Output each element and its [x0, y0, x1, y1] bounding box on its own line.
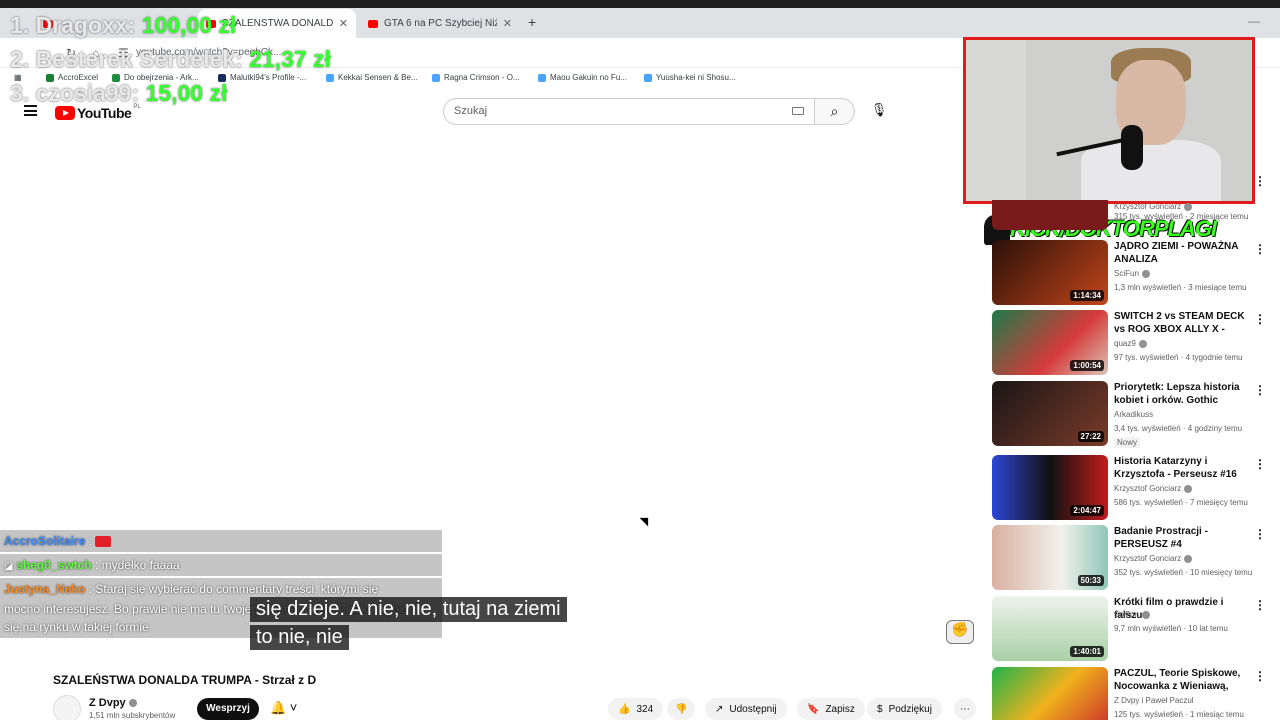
search-input[interactable]: Szukaj [443, 98, 815, 125]
thanks-button[interactable]: $ Podziękuj [867, 698, 942, 720]
save-button[interactable]: 🔖 Zapisz [797, 698, 865, 720]
youtube-play-icon [55, 106, 75, 120]
bookmark-item[interactable]: Malutki94's Profile -... [218, 73, 306, 82]
more-actions-icon[interactable]: ⋮ [1254, 312, 1266, 326]
bookmark-item[interactable]: Yuusha-kei ni Shosu... [644, 73, 736, 82]
channel-name[interactable]: Z Dvpy [89, 697, 137, 709]
channel-avatar[interactable] [53, 695, 81, 720]
subtitle-line: się dzieje. A nie, nie, tutaj na ziemi [250, 597, 567, 622]
bookmark-icon [538, 73, 546, 82]
new-tab-button[interactable]: + [528, 14, 536, 30]
like-button[interactable]: 👍 324 [608, 698, 664, 720]
minimize-window-button[interactable]: — [1248, 14, 1260, 28]
fist-emoji-icon: ✊ [946, 620, 974, 644]
support-button[interactable]: Wesprzyj [197, 698, 259, 720]
video-thumbnail[interactable] [992, 667, 1108, 720]
recommendation-item[interactable]: 1:14:34 JĄDRO ZIEMI - POWAŻNA ANALIZA Sc… [992, 240, 1280, 306]
bookmark-icon [326, 73, 334, 82]
close-tab-icon[interactable]: ✕ [339, 17, 348, 30]
thumbs-down-icon: 👎 [675, 703, 688, 715]
verified-icon [1138, 339, 1147, 348]
recommendation-item[interactable]: 315 tys. wyświetleń · 2 miesiące temu Kr… [992, 174, 1280, 230]
top-strip [0, 0, 1280, 8]
bookshelf [966, 40, 1026, 201]
video-thumbnail[interactable]: 1:14:34 [992, 240, 1108, 305]
donation-entry: 3. czosia99: 15,00 zł [10, 80, 228, 106]
verified-icon [1184, 554, 1193, 563]
video-thumbnail[interactable] [992, 200, 1108, 230]
thanks-icon: $ [877, 703, 883, 715]
tab-label: GTA 6 na PC Szybciej Niż Myślisz [384, 18, 497, 29]
search-icon: ⌕ [830, 103, 839, 119]
thumbs-up-icon: 👍 [618, 703, 631, 715]
more-icon: ⋯ [960, 703, 970, 715]
chat-message: Justyna_Neko : Staraj się wybierać do co… [4, 582, 379, 596]
more-actions-icon[interactable]: ⋮ [1254, 527, 1266, 541]
video-thumbnail[interactable]: 1:40:01 [992, 596, 1108, 661]
bookmark-item[interactable]: Maou Gakuin no Fu... [538, 73, 627, 82]
streamer-webcam [963, 37, 1255, 204]
donation-entry: 1. Dragoxx: 100,00 zł [10, 12, 237, 38]
verified-icon [1184, 202, 1193, 211]
more-actions-icon[interactable]: ⋮ [1254, 598, 1266, 612]
share-button[interactable]: ↗ Udostępnij [705, 698, 787, 720]
notification-bell-icon[interactable]: 🔔 ˅ [270, 700, 297, 716]
subscriber-count: 1,51 mln subskrybentów [89, 711, 176, 720]
verified-icon [1141, 269, 1150, 278]
recommendation-item[interactable]: 27:22 Priorytetk: Lepsza historia kobiet… [992, 381, 1280, 448]
tab-label: SZALEŃSTWA DONALDA TRUMPA [222, 18, 333, 29]
bookmark-item[interactable]: Ragna Crimson - O... [432, 73, 520, 82]
subtitle-line: to nie, nie [250, 625, 349, 650]
tab-gta-video[interactable]: GTA 6 na PC Szybciej Niż Myślisz ✕ [360, 9, 520, 38]
video-thumbnail[interactable]: 27:22 [992, 381, 1108, 446]
keyboard-icon[interactable] [792, 107, 804, 115]
recommendation-item[interactable]: 1:00:54 SWITCH 2 vs STEAM DECK vs ROG XB… [992, 310, 1280, 376]
video-thumbnail[interactable]: 1:00:54 [992, 310, 1108, 375]
bookmark-icon [432, 73, 440, 82]
badge-icon: ◪ [4, 561, 17, 572]
recommendation-item[interactable]: 50:33 Badanie Prostracji - PERSEUSZ #4 K… [992, 525, 1280, 591]
search-button[interactable]: ⌕ [815, 98, 855, 125]
bookmark-icon [644, 73, 652, 82]
new-badge: Nowy [1114, 437, 1141, 448]
more-actions-button[interactable]: ⋯ [954, 698, 976, 720]
chat-message: AccroSolitaire : [4, 534, 112, 548]
microphone [1121, 125, 1143, 170]
more-actions-icon[interactable]: ⋮ [1254, 457, 1266, 471]
recommendation-item[interactable]: 1:40:01 Krótki film o prawdzie i fałszu … [992, 596, 1280, 662]
youtube-favicon-icon [368, 19, 378, 28]
recommendation-item[interactable]: 2:04:47 Historia Katarzyny i Krzysztofa … [992, 455, 1280, 521]
video-title: SZALEŃSTWA DONALDA TRUMPA - Strzał z D [53, 673, 317, 687]
close-tab-icon[interactable]: ✕ [503, 17, 512, 30]
more-actions-icon[interactable]: ⋮ [1254, 174, 1266, 188]
chat-message: ◪ sheg0_swtch : mydełko faaaa [4, 558, 180, 572]
video-thumbnail[interactable]: 50:33 [992, 525, 1108, 590]
youtube-logo[interactable]: YouTube PL [55, 104, 141, 121]
dislike-button[interactable]: 👎 [667, 698, 696, 720]
chat-message-continued: się na rynku w takiej formie [4, 620, 149, 634]
mouse-cursor-icon [639, 513, 653, 527]
more-actions-icon[interactable]: ⋮ [1254, 242, 1266, 256]
bookmark-item[interactable]: Kekkai Sensen & Be... [326, 73, 418, 82]
more-actions-icon[interactable]: ⋮ [1254, 669, 1266, 683]
more-actions-icon[interactable]: ⋮ [1254, 383, 1266, 397]
emote-icon [95, 536, 112, 548]
bookmark-icon: 🔖 [807, 703, 820, 715]
video-thumbnail[interactable]: 2:04:47 [992, 455, 1108, 520]
microphone-icon[interactable]: 🎙 [868, 102, 890, 124]
verified-icon [1184, 484, 1193, 493]
verified-icon [1141, 610, 1150, 619]
verified-icon [128, 699, 137, 708]
recommendation-item[interactable]: PACZUL, Teorie Spiskowe, Nocowanka z Wie… [992, 667, 1280, 720]
donation-entry: 2. Besterek Serdelek: 21,37 zł [10, 46, 331, 72]
share-icon: ↗ [715, 703, 724, 715]
